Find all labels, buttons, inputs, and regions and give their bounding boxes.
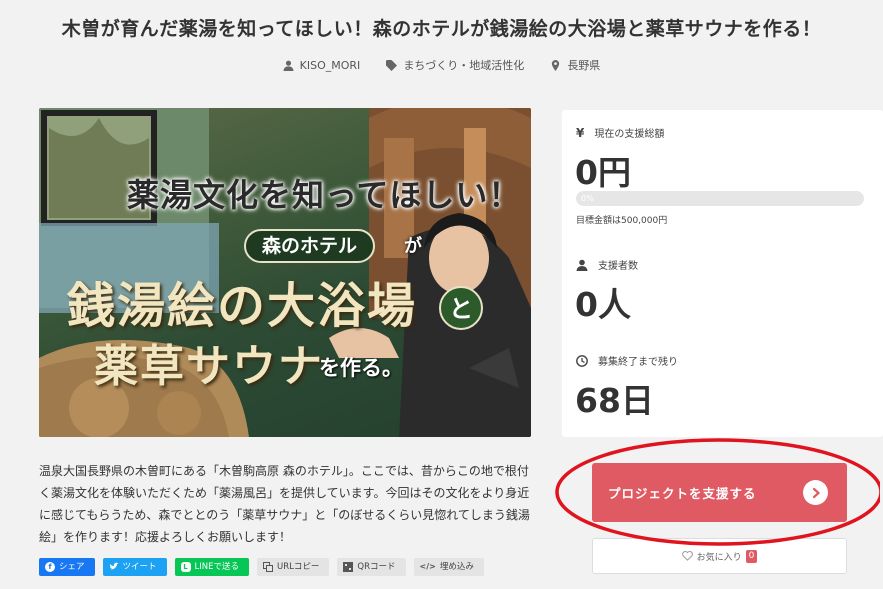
embed-label: 埋め込み: [439, 562, 474, 572]
remaining-label-row: 募集終了まで残り: [576, 353, 678, 368]
code-icon: </>: [419, 562, 436, 571]
goal-amount: 目標金額は500,000円: [576, 216, 668, 226]
total-amount-value: 0円: [575, 153, 631, 192]
chevron-right-icon: [803, 480, 828, 505]
support-project-button[interactable]: プロジェクトを支援する: [592, 463, 847, 522]
total-amount-label-row: ¥ 現在の支援総額: [576, 125, 665, 141]
favorite-label: お気に入り: [696, 552, 742, 563]
category-link[interactable]: まちづくり・地域活性化: [386, 57, 524, 73]
line-share-button[interactable]: L LINEで送る: [174, 558, 250, 576]
backers-label: 支援者数: [598, 261, 638, 272]
hero-headline-3: 銭湯絵の大浴場: [67, 278, 418, 334]
author-link[interactable]: KISO_MORI: [283, 57, 361, 73]
facebook-share-label: シェア: [59, 562, 85, 572]
twitter-icon: [109, 562, 119, 570]
favorite-button[interactable]: お気に入り 0: [592, 538, 847, 574]
hero-headline-5: を作る。: [319, 355, 403, 380]
hero-headline-1: 薬湯文化を知ってほしい！: [127, 176, 522, 214]
hero-particle-to: と: [439, 286, 483, 330]
yen-icon: ¥: [576, 125, 585, 140]
hero-badge: 森のホテル: [244, 229, 376, 263]
hero-particle-ga: が: [404, 236, 422, 257]
hero-headline-4: 薬草サウナ: [94, 341, 324, 392]
tag-icon: [386, 59, 398, 71]
hero-image: 薬湯文化を知ってほしい！ 森のホテル が 銭湯絵の大浴場 と 薬草サウナ を作る…: [39, 108, 531, 437]
favorite-count-badge: 0: [745, 549, 758, 563]
url-copy-button[interactable]: URLコピー: [257, 558, 330, 576]
url-copy-label: URLコピー: [277, 562, 320, 572]
remaining-value: 68日: [575, 381, 654, 420]
project-description: 温泉大国長野県の木曽町にある「木曽駒高原 森のホテル」。ここでは、昔からこの地で…: [39, 464, 530, 544]
funding-stats-panel: ¥ 現在の支援総額 0円 0% 目標金額は500,000円 支援者数 0人 募集…: [562, 110, 883, 437]
user-icon: [283, 60, 294, 71]
category-name: まちづくり・地域活性化: [403, 59, 525, 72]
facebook-share-button[interactable]: f シェア: [39, 558, 95, 576]
location-link[interactable]: 長野県: [550, 57, 600, 73]
share-buttons: f シェア ツイート L LINEで送る URLコピー QRコード </> 埋め…: [39, 558, 484, 576]
twitter-share-button[interactable]: ツイート: [102, 558, 167, 576]
twitter-share-label: ツイート: [122, 562, 157, 572]
remaining-label: 募集終了まで残り: [598, 357, 678, 368]
project-meta: KISO_MORI まちづくり・地域活性化 長野県: [0, 57, 883, 73]
funding-progress-bar: 0%: [576, 191, 864, 206]
qr-code-icon: [343, 562, 354, 572]
copy-icon: [263, 562, 274, 572]
qr-code-label: QRコード: [357, 562, 396, 572]
funding-progress-text: 0%: [581, 194, 594, 203]
embed-button[interactable]: </> 埋め込み: [413, 558, 484, 576]
location-name: 長野県: [567, 59, 601, 72]
qr-code-button[interactable]: QRコード: [337, 558, 406, 576]
support-project-label: プロジェクトを支援する: [608, 486, 757, 501]
line-icon: L: [180, 562, 191, 572]
total-amount-label: 現在の支援総額: [594, 129, 665, 140]
author-name: KISO_MORI: [299, 58, 361, 72]
page-title: 木曽が育んだ薬湯を知ってほしい！森のホテルが銭湯絵の大浴場と薬草サウナを作る！: [61, 18, 822, 40]
facebook-icon: f: [45, 562, 55, 572]
heart-icon: [681, 551, 693, 561]
map-pin-icon: [552, 59, 560, 71]
backers-value: 0人: [575, 285, 631, 324]
clock-icon: [576, 354, 588, 367]
user-icon: [576, 259, 588, 271]
line-share-label: LINEで送る: [194, 562, 240, 572]
backers-label-row: 支援者数: [576, 257, 638, 272]
